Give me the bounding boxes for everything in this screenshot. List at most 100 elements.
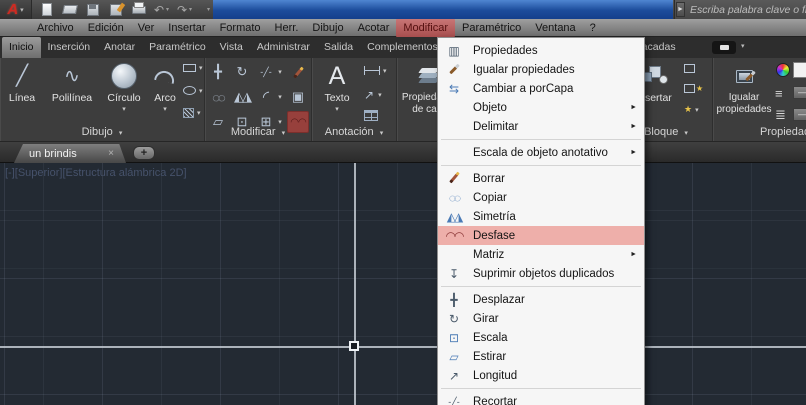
menu-acotar[interactable]: Acotar (351, 19, 397, 37)
menu-item-longitud[interactable]: ↗ Longitud (438, 366, 644, 385)
hatch-button[interactable]: ▾ (183, 108, 201, 118)
color-wheel-icon[interactable] (776, 63, 790, 77)
menu-item-igualar-propiedades[interactable]: Igualar propiedades (438, 60, 644, 79)
menu-item-delimitar[interactable]: Delimitar ► (438, 117, 644, 136)
chevron-down-icon[interactable]: ▾ (695, 106, 699, 114)
recortar-button[interactable]: -╱- (255, 61, 277, 83)
menu-item-propiedades[interactable]: ▥ Propiedades (438, 41, 644, 60)
drawing-viewport[interactable]: [-][Superior][Estructura alámbrica 2D] (0, 163, 806, 405)
tab-salida[interactable]: Salida (317, 37, 360, 58)
empalme-flyout[interactable]: ▾ (275, 86, 285, 108)
close-tab-icon[interactable]: × (108, 148, 114, 159)
menu-help[interactable]: ? (583, 19, 603, 37)
menu-item-copiar[interactable]: ◌◌ Copiar (438, 188, 644, 207)
menu-item-escala[interactable]: ⊡ Escala (438, 328, 644, 347)
chevron-down-icon[interactable]: ▾ (378, 91, 382, 99)
desplazar-button[interactable]: ╋ (207, 61, 229, 83)
chevron-down-icon[interactable]: ▾ (199, 64, 203, 72)
chevron-down-icon[interactable]: ▾ (148, 105, 182, 113)
redo-button[interactable]: ↷ ▾ (176, 2, 193, 17)
ellipse-button[interactable]: ▾ (183, 86, 203, 95)
menu-item-desplazar[interactable]: ╋ Desplazar (438, 290, 644, 309)
menu-item-suprimir-objetos-duplicados[interactable]: ↧ Suprimir objetos duplicados (438, 264, 644, 283)
ribbon-minimize-button[interactable] (712, 41, 736, 54)
menu-edicion[interactable]: Edición (81, 19, 131, 37)
directriz-button[interactable]: ↗ ▾ (364, 88, 382, 102)
menu-modificar[interactable]: Modificar (396, 18, 455, 37)
linetype-dropdown[interactable]: — (793, 108, 806, 121)
menu-item-cambiar-a-porcapa[interactable]: ⇆ Cambiar a porCapa (438, 79, 644, 98)
linetype-icon[interactable]: ≣ (775, 108, 786, 121)
menu-parametrico[interactable]: Paramétrico (455, 19, 528, 37)
panel-propiedades-footer[interactable]: Propiedades (713, 125, 806, 140)
search-go-icon[interactable]: ► (676, 2, 685, 17)
menu-item-girar[interactable]: ↻ Girar (438, 309, 644, 328)
panel-dibujo-footer[interactable]: Dibujo ▾ (0, 125, 204, 140)
block-attributes-button[interactable]: ★ ▾ (684, 104, 699, 115)
lineweight-icon[interactable]: ≡ (775, 87, 783, 100)
menu-item-objeto[interactable]: Objeto ► (438, 98, 644, 117)
undo-button[interactable]: ↶ ▾ (153, 2, 170, 17)
empalme-button[interactable]: ◜ (255, 86, 277, 108)
lineweight-dropdown[interactable]: — (793, 86, 806, 99)
tabla-button[interactable] (364, 110, 378, 121)
tab-insercion[interactable]: Inserción (41, 37, 98, 58)
menu-item-recortar[interactable]: -╱- Recortar (438, 392, 644, 405)
chevron-down-icon[interactable]: ▾ (383, 67, 387, 75)
rectangle-button[interactable]: ▾ (183, 64, 203, 72)
viewport-controls-label[interactable]: [-][Superior][Estructura alámbrica 2D] (5, 167, 187, 179)
infocenter-search[interactable]: ► Escriba palabra clave o frase (674, 0, 806, 19)
descomponer-button[interactable]: ▣ (287, 86, 309, 108)
simetria-button[interactable]: ◭◮ (231, 86, 253, 108)
customize-toolbar-button[interactable]: ▾ (199, 2, 216, 17)
tab-complementos[interactable]: Complementos (360, 37, 445, 58)
chevron-down-icon[interactable]: ▾ (199, 87, 203, 95)
borrar-button[interactable] (287, 61, 309, 83)
open-file-button[interactable] (61, 2, 78, 17)
polilinea-button[interactable]: ∿ Polilínea (44, 60, 100, 105)
texto-button[interactable]: A Texto ▾ (316, 60, 358, 113)
menu-herramientas[interactable]: Herr. (268, 19, 306, 37)
tab-vista[interactable]: Vista (213, 37, 250, 58)
document-tab[interactable]: un brindis × (14, 144, 126, 163)
menu-item-simetria[interactable]: ◭◮ Simetría (438, 207, 644, 226)
recortar-flyout[interactable]: ▾ (275, 61, 285, 83)
tab-anotar[interactable]: Anotar (97, 37, 142, 58)
panel-modificar-footer[interactable]: Modificar ▾ (205, 125, 311, 140)
menu-dibujo[interactable]: Dibujo (305, 19, 350, 37)
linea-button[interactable]: ╱ Línea (2, 60, 42, 104)
menu-formato[interactable]: Formato (213, 19, 268, 37)
panel-anotacion-footer[interactable]: Anotación ▾ (312, 125, 396, 140)
menu-ver[interactable]: Ver (131, 19, 162, 37)
igualar-propiedades-button[interactable]: Igualar propiedades (715, 60, 773, 116)
girar-button[interactable]: ↻ (231, 61, 253, 83)
new-drawing-tab-button[interactable]: + (133, 146, 155, 160)
tab-inicio[interactable]: Inicio (2, 37, 41, 58)
menu-insertar[interactable]: Insertar (161, 19, 212, 37)
menu-ventana[interactable]: Ventana (528, 19, 582, 37)
cota-button[interactable]: ▾ (364, 66, 387, 75)
circulo-button[interactable]: Círculo ▾ (102, 60, 146, 113)
chevron-down-icon[interactable]: ▾ (316, 105, 358, 113)
chevron-down-icon[interactable]: ▾ (102, 105, 146, 113)
crear-bloque-button[interactable] (684, 64, 695, 73)
print-button[interactable] (130, 2, 147, 17)
menu-item-escala-objeto-anotativo[interactable]: Escala de objeto anotativo ► (438, 143, 644, 162)
arco-button[interactable]: Arco ▾ (148, 60, 182, 113)
menu-item-desfase[interactable]: ◠◠ Desfase (438, 226, 644, 245)
tab-parametrico[interactable]: Paramétrico (142, 37, 213, 58)
copiar-button[interactable]: ◌◌ (207, 86, 229, 108)
menu-item-estirar[interactable]: ▱ Estirar (438, 347, 644, 366)
menu-archivo[interactable]: Archivo (30, 19, 81, 37)
chevron-down-icon[interactable]: ▾ (741, 42, 745, 50)
menu-item-matriz[interactable]: Matriz ► (438, 245, 644, 264)
save-as-button[interactable] (107, 2, 124, 17)
app-menu-button[interactable]: A ▾ (0, 0, 32, 19)
tab-administrar[interactable]: Administrar (250, 37, 317, 58)
save-button[interactable] (84, 2, 101, 17)
menu-item-borrar[interactable]: Borrar (438, 169, 644, 188)
chevron-down-icon[interactable]: ▾ (197, 109, 201, 117)
color-swatch-dropdown[interactable] (793, 62, 806, 78)
new-file-button[interactable] (38, 2, 55, 17)
editar-bloque-button[interactable]: ★ (684, 84, 703, 93)
